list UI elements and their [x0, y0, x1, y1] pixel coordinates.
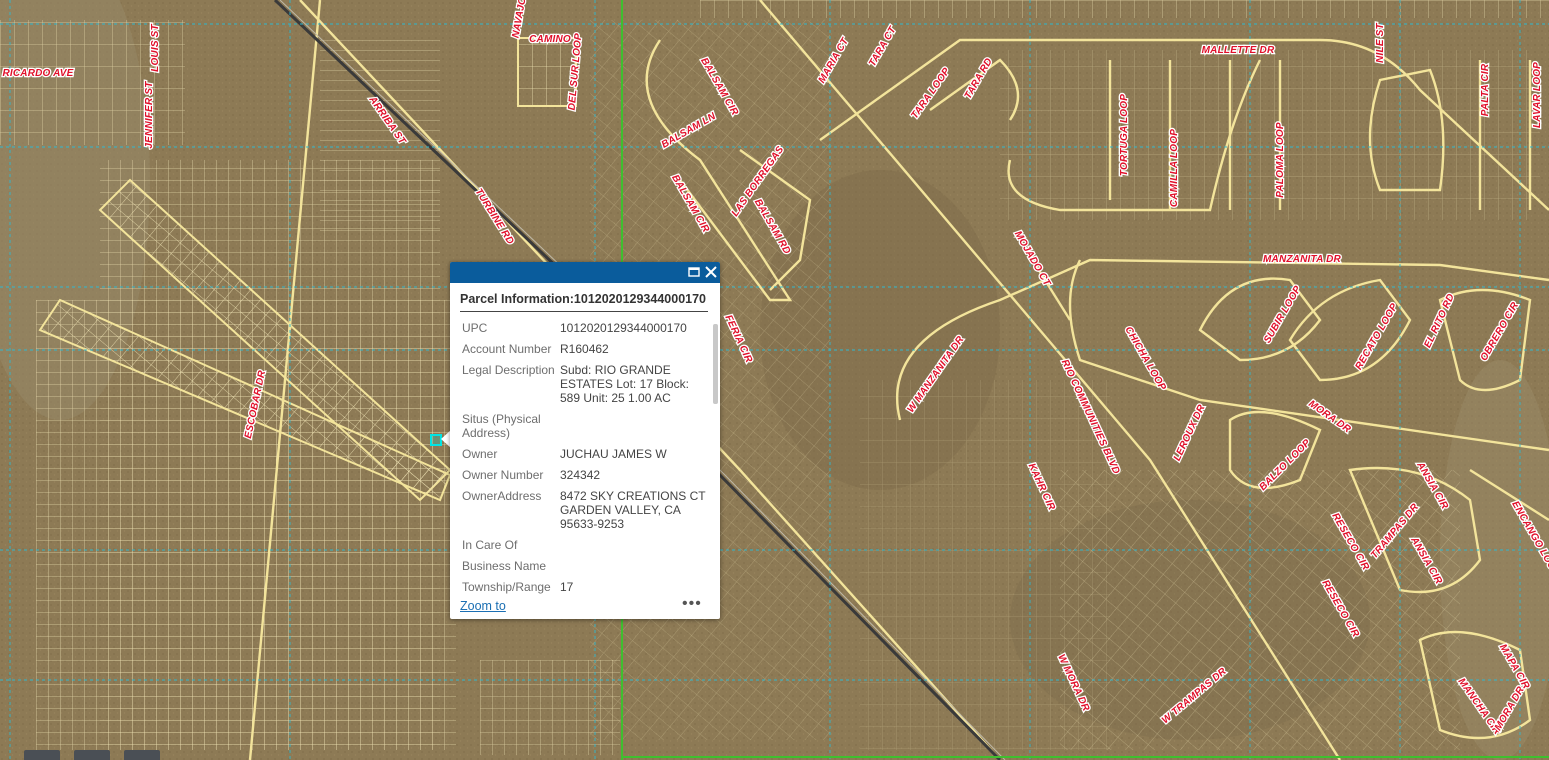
map-view[interactable]: RICARDO AVELOUIS STJENNIFER ST ARRIBA STT… [0, 0, 1549, 760]
attribute-row: Account Number R160462 [450, 339, 718, 360]
parcel-grid-top-strip [700, 0, 1549, 18]
toolbar-tab[interactable] [74, 750, 110, 760]
attribute-value: 1012020129344000170 [560, 321, 687, 335]
attribute-label: Owner Number [462, 468, 544, 482]
maximize-icon[interactable] [686, 264, 702, 280]
attribute-value: 17 [560, 580, 574, 594]
zoom-to-link[interactable]: Zoom to [460, 599, 506, 613]
more-options-button[interactable]: ••• [682, 596, 702, 612]
attribute-row: Owner JUCHAU JAMES W [450, 444, 718, 465]
attribute-value: R160462 [560, 342, 609, 356]
attribute-label: UPC [462, 321, 488, 335]
street-label: RICARDO AVE [2, 68, 73, 79]
street-label: MALLETTE DR [1202, 45, 1275, 56]
attribute-value [560, 412, 708, 440]
street-label: CAMILLA LOOP [1169, 129, 1180, 207]
parcel-grid-southwest [36, 300, 456, 750]
attribute-row: Township/Range 17 [450, 577, 718, 596]
attribute-label: Legal Description [462, 363, 555, 377]
attribute-value: 324342 [560, 468, 601, 482]
attribute-label: In Care Of [462, 538, 518, 552]
popup-header [450, 262, 720, 283]
street-label: LAVAR LOOP [1532, 62, 1543, 128]
attribute-row: In Care Of [450, 535, 718, 556]
street-label: TORTUGA LOOP [1119, 94, 1130, 176]
attribute-label: Situs (Physical Address) [462, 412, 541, 440]
attribute-label: Owner [462, 447, 498, 461]
close-icon[interactable] [703, 264, 719, 280]
attribute-table[interactable]: UPC 1012020129344000170 Account Number R… [450, 318, 718, 596]
street-label: PALTA CIR [1480, 63, 1491, 116]
popup-scrollbar[interactable] [713, 324, 718, 404]
popup-title: Parcel Information:1012020129344000170 [460, 292, 706, 306]
street-label: CAMINO [529, 34, 571, 45]
attribute-row: Situs (Physical Address) [450, 409, 718, 444]
title-divider [460, 311, 708, 312]
parcel-grid-northeast [1000, 50, 1540, 220]
attribute-value: 8472 SKY CREATIONS CT GARDEN VALLEY, CA … [560, 489, 706, 531]
attribute-label: OwnerAddress [462, 489, 542, 503]
attribute-value [560, 559, 708, 573]
street-label: LOUIS ST [150, 23, 161, 71]
toolbar-tab[interactable] [124, 750, 160, 760]
attribute-value: JUCHAU JAMES W [560, 447, 667, 461]
street-label: MANZANITA DR [1263, 254, 1342, 265]
parcel-info-popup: Parcel Information:1012020129344000170 U… [450, 262, 720, 619]
attribute-row: Owner Number 324342 [450, 465, 718, 486]
street-label: PALOMA LOOP [1275, 122, 1286, 198]
attribute-row: OwnerAddress 8472 SKY CREATIONS CT GARDE… [450, 486, 718, 535]
attribute-value [560, 538, 708, 552]
toolbar-tab[interactable] [24, 750, 60, 760]
street-label: JENNIFER ST [144, 81, 155, 149]
attribute-label: Business Name [462, 559, 547, 573]
street-label: NILE ST [1375, 22, 1386, 62]
parcel-grid-mid [860, 380, 1110, 750]
attribute-row: Business Name [450, 556, 718, 577]
attribute-label: Township/Range [462, 580, 551, 594]
attribute-row: UPC 1012020129344000170 [450, 318, 718, 339]
attribute-row: Legal Description Subd: RIO GRANDE ESTAT… [450, 360, 718, 409]
attribute-value: Subd: RIO GRANDE ESTATES Lot: 17 Block: … [560, 363, 689, 405]
attribute-label: Account Number [462, 342, 552, 356]
